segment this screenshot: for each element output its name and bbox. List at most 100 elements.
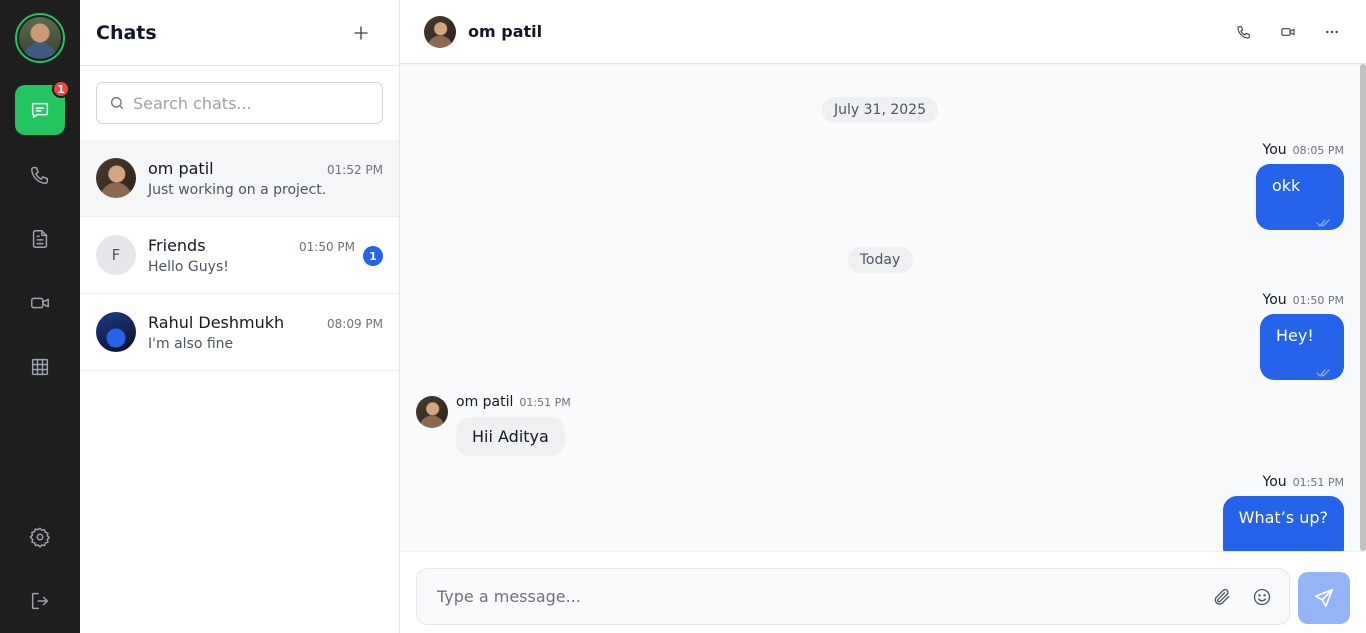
grid-icon <box>31 358 49 376</box>
chat-name: om patil <box>148 158 214 178</box>
attach-button[interactable] <box>1211 586 1233 608</box>
video-icon <box>1281 27 1295 36</box>
nav-settings-button[interactable] <box>15 512 65 562</box>
chat-preview: I'm also fine <box>148 335 234 352</box>
more-horizontal-icon <box>1326 30 1338 33</box>
message-meta: You 01:50 PM <box>1263 292 1344 308</box>
conversation-panel: om patil July 31, 2025 You 08:05 PM okk … <box>400 0 1366 633</box>
search-icon <box>111 97 123 109</box>
chat-name: Friends <box>148 235 206 255</box>
message-sender: You <box>1262 292 1287 308</box>
search-wrapper <box>80 66 399 140</box>
chat-item-body: Rahul Deshmukh 08:09 PM I'm also fine <box>148 313 383 352</box>
chat-list-item[interactable]: F Friends 01:50 PM Hello Guys! 1 <box>80 217 399 294</box>
message-meta: You 01:51 PM <box>1263 474 1344 490</box>
chat-item-header: Rahul Deshmukh 08:09 PM <box>148 313 383 332</box>
avatar-image <box>19 17 61 59</box>
chat-time: 08:09 PM <box>327 316 383 331</box>
search-box <box>96 82 383 124</box>
logout-icon <box>31 592 49 610</box>
chat-item-header: om patil 01:52 PM <box>148 159 383 178</box>
nav-grid-button[interactable] <box>15 342 65 392</box>
unread-badge: 1 <box>52 80 70 98</box>
contact-info[interactable]: om patil <box>424 15 543 48</box>
emoji-button[interactable] <box>1251 586 1273 608</box>
nav-video-button[interactable] <box>15 278 65 328</box>
double-check-icon <box>1316 212 1330 227</box>
search-input[interactable] <box>133 93 353 113</box>
gear-icon <box>29 527 51 548</box>
chat-list-item[interactable]: om patil 01:52 PM Just working on a proj… <box>80 140 399 217</box>
message-area[interactable]: July 31, 2025 You 08:05 PM okk Today You… <box>400 64 1366 551</box>
chat-item-header: Friends 01:50 PM <box>148 236 383 255</box>
double-check-icon <box>1316 362 1330 377</box>
chat-list-header: Chats <box>80 0 399 66</box>
nav-logout-button[interactable] <box>15 576 65 626</box>
nav-rail: 1 <box>0 0 80 633</box>
chat-list-title: Chats <box>96 21 157 44</box>
sender-avatar <box>416 396 448 428</box>
new-chat-button[interactable] <box>349 21 373 45</box>
nav-chats-button[interactable]: 1 <box>15 80 70 135</box>
video-call-button[interactable] <box>1278 22 1298 42</box>
date-separator: July 31, 2025 <box>822 97 938 123</box>
message-meta: om patil 01:51 PM <box>456 394 571 410</box>
unread-count-badge: 1 <box>363 246 383 266</box>
avatar <box>96 312 136 352</box>
more-options-button[interactable] <box>1322 22 1342 42</box>
chat-preview: Just working on a project. <box>148 181 327 198</box>
chat-time: 01:50 PM <box>299 239 355 254</box>
double-check-icon <box>1316 544 1330 551</box>
voice-call-button[interactable] <box>1234 22 1254 42</box>
smiley-icon <box>1253 588 1271 605</box>
chat-list-panel: Chats om patil 01:52 PM Just working on … <box>80 0 400 633</box>
send-icon <box>1314 588 1334 608</box>
incoming-message[interactable]: Hii Aditya <box>456 417 565 456</box>
message-text: What’s up? <box>1238 508 1328 527</box>
contact-avatar <box>424 15 456 48</box>
phone-icon <box>1237 25 1250 39</box>
avatar: F <box>96 235 136 275</box>
outgoing-message[interactable]: okk <box>1256 164 1344 230</box>
phone-icon <box>31 166 49 184</box>
scrollbar[interactable] <box>1360 64 1366 551</box>
message-time: 01:51 PM <box>1292 476 1344 489</box>
message-text: okk <box>1272 176 1301 195</box>
chat-preview: Hello Guys! <box>148 258 229 275</box>
chat-time: 01:52 PM <box>327 162 383 177</box>
send-button[interactable] <box>1298 572 1350 624</box>
message-sender: You <box>1262 142 1287 158</box>
message-text: Hey! <box>1276 326 1314 345</box>
chat-item-body: Friends 01:50 PM Hello Guys! <box>148 236 383 275</box>
message-sender: You <box>1262 474 1287 490</box>
scrollbar-thumb[interactable] <box>1360 64 1366 551</box>
user-avatar[interactable] <box>15 13 65 63</box>
message-time: 01:50 PM <box>1292 294 1344 307</box>
plus-icon <box>354 25 368 40</box>
contact-name: om patil <box>468 22 543 41</box>
message-time: 01:51 PM <box>519 396 571 409</box>
nav-calls-button[interactable] <box>15 150 65 200</box>
avatar <box>96 158 136 198</box>
conversation-actions <box>1234 22 1342 42</box>
document-icon <box>32 230 48 248</box>
paperclip-icon <box>1214 588 1230 605</box>
date-separator: Today <box>847 247 913 273</box>
chat-list-item[interactable]: Rahul Deshmukh 08:09 PM I'm also fine <box>80 294 399 371</box>
composer-box <box>416 568 1290 625</box>
chat-name: Rahul Deshmukh <box>148 312 285 332</box>
video-icon <box>31 297 49 309</box>
chat-bubble-icon <box>31 102 49 119</box>
chat-item-body: om patil 01:52 PM Just working on a proj… <box>148 159 383 198</box>
message-time: 08:05 PM <box>1292 144 1344 157</box>
message-sender: om patil <box>456 394 514 410</box>
nav-documents-button[interactable] <box>15 214 65 264</box>
message-input[interactable] <box>437 587 1193 606</box>
message-composer <box>400 551 1366 633</box>
outgoing-message[interactable]: What’s up? <box>1222 496 1344 551</box>
conversation-header: om patil <box>400 0 1366 64</box>
message-meta: You 08:05 PM <box>1263 142 1344 158</box>
outgoing-message[interactable]: Hey! <box>1260 314 1344 380</box>
message-text: Hii Aditya <box>472 427 549 446</box>
chat-app: 1 Chats Search chats... om patil 01:52 P… <box>0 0 1366 633</box>
